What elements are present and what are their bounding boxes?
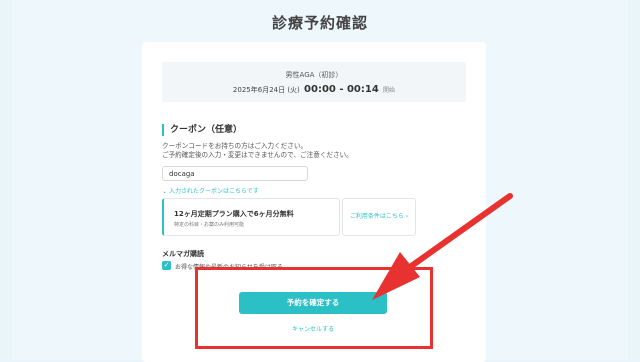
chevron-down-icon: ⌄ [162,188,168,195]
appointment-time: 00:00 - 00:14 [304,84,379,95]
applied-coupon: 12ヶ月定期プラン購入で6ヶ月分無料 特定の科目・お薬のみ利用可能 [162,198,340,236]
appointment-summary: 男性AGA（初診） 2025年6月24日 (火) 00:00 - 00:14 開… [162,62,466,102]
coupon-desc-line2: ご予約確定後の入力・変更はできませんので、ご注意ください。 [162,151,353,159]
coupon-toggle[interactable]: ⌄ 入力されたクーポンはこちらです [162,186,259,195]
plan-name: 男性AGA（初診） [285,71,343,79]
appointment-datetime: 2025年6月24日 (火) 00:00 - 00:14 開始 [162,84,466,95]
annotation-highlight-box [195,267,433,349]
newsletter-checkbox[interactable]: ✓ [162,261,171,270]
terms-link[interactable]: ご利用条件はこちら › [342,198,416,236]
coupon-input[interactable]: docaga [162,166,308,181]
applied-coupon-title: 12ヶ月定期プラン購入で6ヶ月分無料 [174,210,294,218]
coupon-heading: クーポン（任意） [162,124,242,136]
coupon-description: クーポンコードをお持ちの方はご入力ください。 ご予約確定後の入力・変更はできませ… [162,142,353,160]
coupon-desc-line1: クーポンコードをお持ちの方はご入力ください。 [162,142,308,150]
coupon-toggle-label: 入力されたクーポンはこちらです [168,188,259,195]
chevron-right-icon: › [405,213,409,220]
page-title: 診療予約確認 [271,14,368,32]
appointment-date: 2025年6月24日 (火) [232,86,300,94]
applied-coupon-note: 特定の科目・お薬のみ利用可能 [174,222,245,228]
terms-link-label: ご利用条件はこちら [349,213,404,220]
check-icon: ✓ [163,261,170,269]
time-suffix: 開始 [383,87,396,94]
newsletter-heading: メルマガ購読 [162,250,204,258]
